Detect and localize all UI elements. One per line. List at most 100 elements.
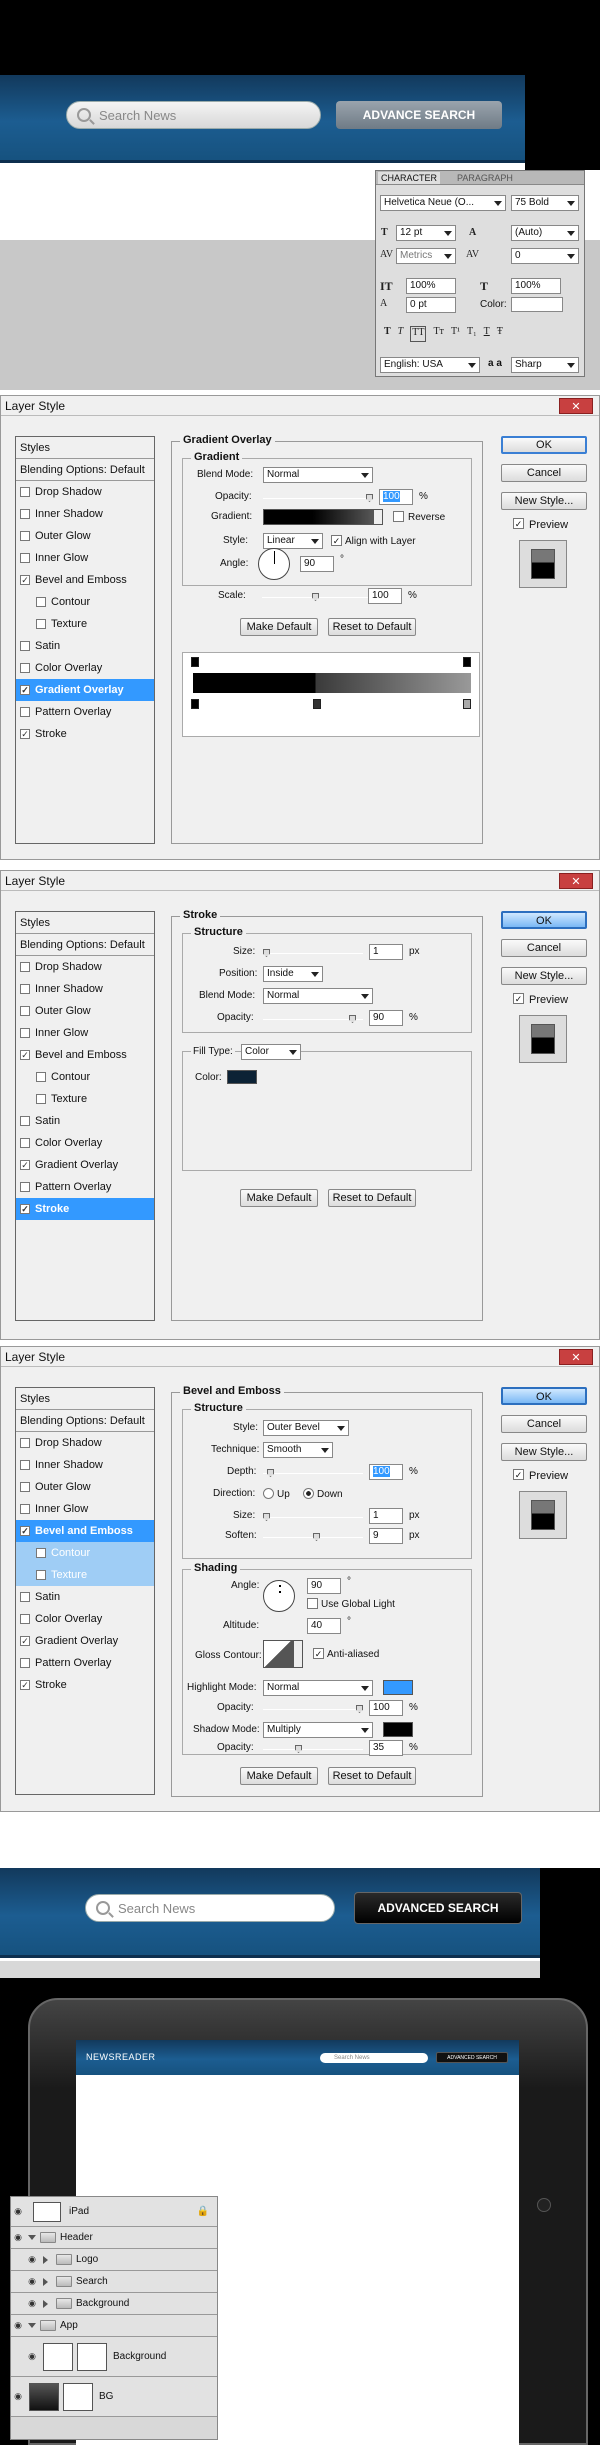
checkbox[interactable] <box>36 1548 46 1558</box>
global-light-checkbox[interactable] <box>307 1598 318 1609</box>
reset-default-button[interactable]: Reset to Default <box>328 1767 416 1785</box>
checkbox[interactable] <box>36 1094 46 1104</box>
angle-input[interactable]: 90 <box>307 1578 341 1594</box>
preview-checkbox[interactable]: ✓ <box>513 518 524 529</box>
stop-icon[interactable] <box>191 699 199 709</box>
list-item-satin[interactable]: Satin <box>16 635 154 657</box>
chevron-down-icon[interactable] <box>293 1640 303 1668</box>
list-item-drop-shadow[interactable]: Drop Shadow <box>16 956 154 978</box>
list-item-blending[interactable]: Blending Options: Default <box>16 1410 154 1432</box>
list-item-stroke[interactable]: ✓ Stroke <box>16 723 154 745</box>
list-item-color-overlay[interactable]: Color Overlay <box>16 1608 154 1630</box>
soften-slider[interactable] <box>263 1533 363 1541</box>
layer-group-logo[interactable]: ◉ Logo <box>11 2249 217 2271</box>
close-icon[interactable]: ✕ <box>559 398 593 414</box>
small-caps-button[interactable]: Tт <box>433 326 443 342</box>
opacity-slider[interactable] <box>263 1015 363 1023</box>
ipad-home-button[interactable] <box>537 2198 551 2212</box>
list-item-inner-shadow[interactable]: Inner Shadow <box>16 978 154 1000</box>
list-item-blending[interactable]: Blending Options: Default <box>16 934 154 956</box>
checkbox[interactable] <box>36 1570 46 1580</box>
checkbox[interactable] <box>20 1658 30 1668</box>
checkbox[interactable] <box>20 1116 30 1126</box>
ipad-search-field[interactable]: Search News <box>320 2053 428 2063</box>
horizontal-scale-input[interactable]: 100% <box>511 278 561 294</box>
checkbox[interactable] <box>20 1028 30 1038</box>
ok-button[interactable]: OK <box>501 436 587 454</box>
list-item-color-overlay[interactable]: Color Overlay <box>16 1132 154 1154</box>
font-size-select[interactable]: 12 pt <box>396 225 456 241</box>
strikethrough-button[interactable]: Ŧ <box>497 326 503 342</box>
layer-group-background[interactable]: ◉ Background <box>11 2293 217 2315</box>
ok-button[interactable]: OK <box>501 911 587 929</box>
kerning-select[interactable]: Metrics <box>396 248 456 264</box>
layer-group-header[interactable]: ◉ Header <box>11 2227 217 2249</box>
leading-select[interactable]: (Auto) <box>511 225 579 241</box>
list-item-gradient-overlay[interactable]: ✓ Gradient Overlay <box>16 1154 154 1176</box>
list-item-stroke[interactable]: ✓ Stroke <box>16 1674 154 1696</box>
angle-dial[interactable] <box>258 548 290 580</box>
antialias-select[interactable]: Sharp <box>511 357 579 373</box>
list-item-inner-glow[interactable]: Inner Glow <box>16 547 154 569</box>
gloss-contour-picker[interactable] <box>263 1640 293 1668</box>
shadow-color-swatch[interactable] <box>383 1722 413 1737</box>
cancel-button[interactable]: Cancel <box>501 464 587 482</box>
list-item-gradient-overlay[interactable]: ✓ Gradient Overlay <box>16 1630 154 1652</box>
font-style-select[interactable]: 75 Bold <box>511 195 579 211</box>
search-field[interactable]: Search News <box>66 101 321 129</box>
layer-group-search[interactable]: ◉ Search <box>11 2271 217 2293</box>
checkbox-checked[interactable]: ✓ <box>20 729 30 739</box>
list-item-blending[interactable]: Blending Options: Default <box>16 459 154 481</box>
list-item-inner-shadow[interactable]: Inner Shadow <box>16 503 154 525</box>
list-item-drop-shadow[interactable]: Drop Shadow <box>16 1432 154 1454</box>
layer-app-background[interactable]: ◉ Background <box>11 2337 217 2377</box>
checkbox[interactable] <box>20 663 30 673</box>
checkbox[interactable] <box>20 1138 30 1148</box>
checkbox-checked[interactable]: ✓ <box>20 1680 30 1690</box>
size-input[interactable]: 1 <box>369 1508 403 1524</box>
color-swatch[interactable] <box>511 297 563 312</box>
list-item-pattern-overlay[interactable]: Pattern Overlay <box>16 1652 154 1674</box>
list-item-inner-glow[interactable]: Inner Glow <box>16 1498 154 1520</box>
stop-icon[interactable] <box>313 699 321 709</box>
layer-group-app[interactable]: ◉ App <box>11 2315 217 2337</box>
faux-bold-button[interactable]: T <box>384 326 391 342</box>
make-default-button[interactable]: Make Default <box>240 1767 318 1785</box>
close-icon[interactable]: ✕ <box>559 873 593 889</box>
advance-search-button[interactable]: ADVANCE SEARCH <box>336 101 502 129</box>
styles-header[interactable]: Styles <box>16 912 154 934</box>
list-item-pattern-overlay[interactable]: Pattern Overlay <box>16 701 154 723</box>
scale-slider[interactable] <box>262 593 372 601</box>
checkbox[interactable] <box>20 1006 30 1016</box>
checkbox-checked[interactable]: ✓ <box>20 1526 30 1536</box>
eye-icon[interactable]: ◉ <box>11 2232 25 2243</box>
list-item-stroke[interactable]: ✓ Stroke <box>16 1198 154 1220</box>
eye-icon[interactable]: ◉ <box>25 2254 39 2265</box>
eye-icon[interactable]: ◉ <box>25 2276 39 2287</box>
list-item-contour[interactable]: Contour <box>16 1542 154 1564</box>
checkbox[interactable] <box>20 707 30 717</box>
checkbox-checked[interactable]: ✓ <box>20 1636 30 1646</box>
highlight-opacity-slider[interactable] <box>263 1705 363 1713</box>
new-style-button[interactable]: New Style... <box>501 492 587 510</box>
shadow-mode-select[interactable]: Multiply <box>263 1722 373 1738</box>
opacity-input[interactable]: 90 <box>369 1010 403 1026</box>
language-select[interactable]: English: USA <box>380 357 480 373</box>
bevel-style-select[interactable]: Outer Bevel <box>263 1420 349 1436</box>
font-family-select[interactable]: Helvetica Neue (O... <box>380 195 506 211</box>
chevron-down-icon[interactable] <box>373 509 383 525</box>
blend-mode-select[interactable]: Normal <box>263 988 373 1004</box>
stop-icon[interactable] <box>463 699 471 709</box>
fill-type-select[interactable]: Color <box>241 1044 301 1060</box>
tab-paragraph[interactable]: PARAGRAPH <box>454 172 516 184</box>
depth-input[interactable]: 100 <box>369 1464 403 1480</box>
opacity-slider[interactable] <box>263 494 373 502</box>
scale-input[interactable]: 100 <box>368 588 402 604</box>
stop-icon[interactable] <box>463 657 471 667</box>
list-item-outer-glow[interactable]: Outer Glow <box>16 1000 154 1022</box>
list-item-contour[interactable]: Contour <box>16 1066 154 1088</box>
position-select[interactable]: Inside <box>263 966 323 982</box>
superscript-button[interactable]: T¹ <box>451 326 460 342</box>
make-default-button[interactable]: Make Default <box>240 1189 318 1207</box>
technique-select[interactable]: Smooth <box>263 1442 333 1458</box>
